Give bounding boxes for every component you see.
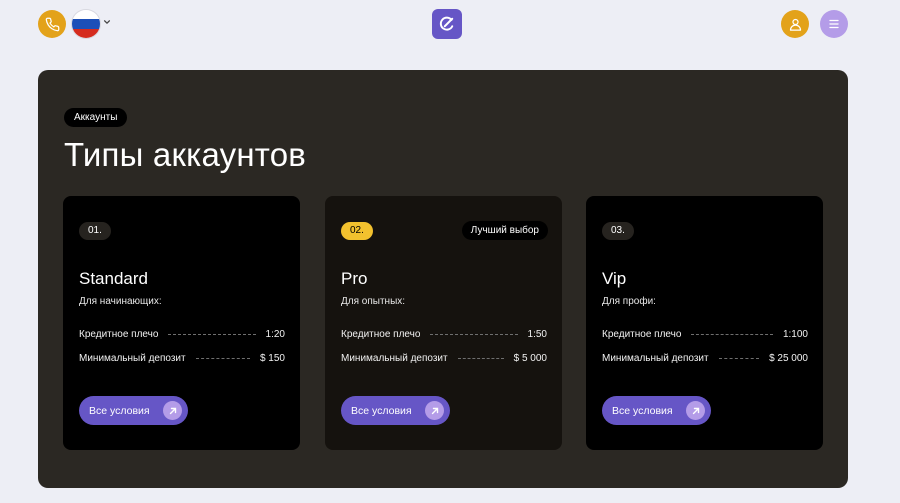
logo-icon — [439, 16, 454, 31]
menu-icon — [829, 19, 839, 29]
dotted-leader — [430, 333, 518, 335]
row-label: Минимальный депозит — [79, 352, 186, 364]
leverage-row: Кредитное плечо 1:20 — [79, 327, 285, 341]
card-number: 03. — [602, 222, 634, 240]
menu-button[interactable] — [820, 10, 848, 38]
card-subtitle: Для начинающих: — [79, 296, 162, 307]
leverage-row: Кредитное плечо 1:100 — [602, 327, 808, 341]
card-number: 01. — [79, 222, 111, 240]
chevron-down-icon[interactable] — [103, 18, 111, 26]
account-card-pro: 02. Лучший выбор Pro Для опытных: Кредит… — [325, 196, 562, 450]
arrow-up-right-icon — [163, 401, 182, 420]
top-header — [0, 0, 900, 50]
arrow-up-right-icon — [425, 401, 444, 420]
dotted-leader — [718, 357, 760, 359]
logo[interactable] — [432, 9, 462, 39]
row-value: $ 25 000 — [769, 352, 808, 364]
phone-icon — [45, 17, 59, 31]
best-choice-badge: Лучший выбор — [461, 221, 548, 240]
account-card-standard: 01. Standard Для начинающих: Кредитное п… — [63, 196, 300, 450]
section-tag: Аккаунты — [64, 108, 128, 127]
dotted-leader — [168, 333, 256, 335]
all-conditions-button[interactable]: Все условия — [602, 396, 711, 425]
user-account-button[interactable] — [781, 10, 809, 38]
card-name: Standard — [79, 269, 148, 288]
card-number: 02. — [341, 222, 373, 240]
row-label: Кредитное плечо — [602, 328, 682, 340]
language-flag-russia[interactable] — [72, 10, 100, 38]
row-label: Минимальный депозит — [341, 352, 448, 364]
account-card-vip: 03. Vip Для профи: Кредитное плечо 1:100… — [586, 196, 823, 450]
leverage-row: Кредитное плечо 1:50 — [341, 327, 547, 341]
account-cards: 01. Standard Для начинающих: Кредитное п… — [63, 196, 823, 450]
section-title: Типы аккаунтов — [64, 136, 306, 173]
row-label: Минимальный депозит — [602, 352, 709, 364]
user-icon — [789, 18, 801, 31]
row-value: 1:20 — [265, 328, 285, 340]
card-name: Pro — [341, 269, 368, 288]
button-label: Все условия — [89, 404, 150, 417]
button-label: Все условия — [612, 404, 673, 417]
row-value: $ 5 000 — [513, 352, 547, 364]
card-name: Vip — [602, 269, 627, 288]
min-deposit-row: Минимальный депозит $ 25 000 — [602, 351, 808, 365]
min-deposit-row: Минимальный депозит $ 150 — [79, 351, 285, 365]
min-deposit-row: Минимальный депозит $ 5 000 — [341, 351, 547, 365]
row-value: 1:50 — [527, 328, 547, 340]
dotted-leader — [457, 357, 504, 359]
all-conditions-button[interactable]: Все условия — [79, 396, 188, 425]
button-label: Все условия — [351, 404, 412, 417]
dotted-leader — [195, 357, 250, 359]
arrow-up-right-icon — [686, 401, 705, 420]
all-conditions-button[interactable]: Все условия — [341, 396, 450, 425]
dotted-leader — [691, 333, 773, 335]
row-value: $ 150 — [259, 352, 285, 364]
card-subtitle: Для профи: — [602, 296, 656, 307]
card-subtitle: Для опытных: — [341, 296, 406, 307]
row-value: 1:100 — [782, 328, 808, 340]
row-label: Кредитное плечо — [341, 328, 421, 340]
account-types-section: Аккаунты Типы аккаунтов 01. Standard Для… — [38, 70, 848, 488]
row-label: Кредитное плечо — [79, 328, 159, 340]
phone-button[interactable] — [38, 10, 66, 38]
